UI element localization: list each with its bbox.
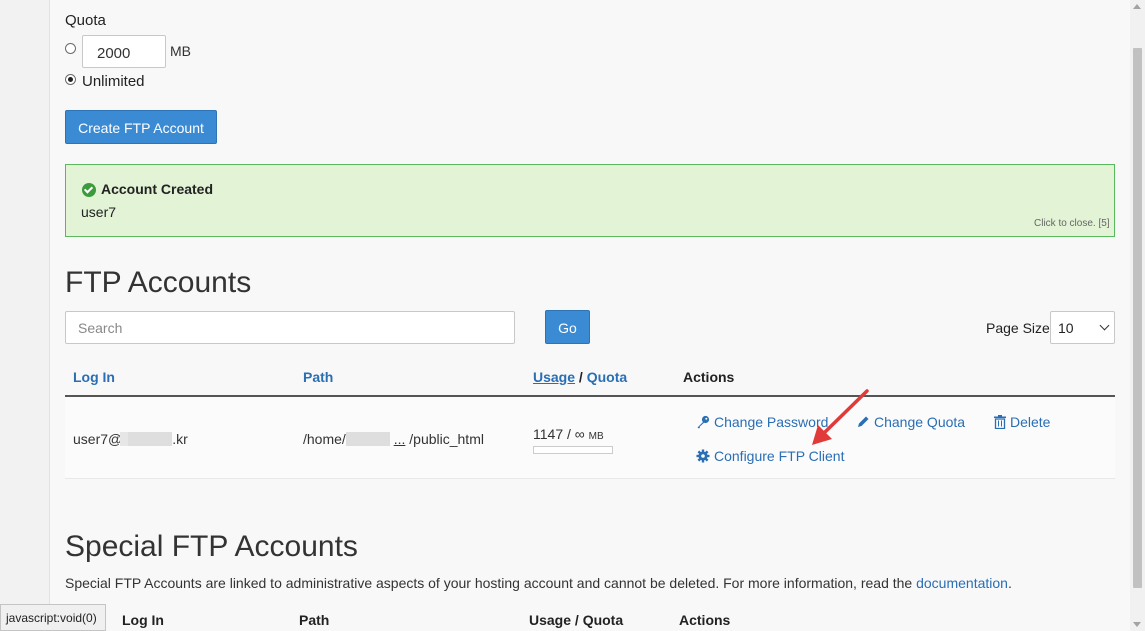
column-path[interactable]: Path [303,369,333,385]
row-path: /home/ ... /public_html [303,431,484,447]
usage-unit: MB [588,431,604,442]
documentation-link[interactable]: documentation [916,575,1008,591]
delete-link[interactable]: Delete [994,414,1050,430]
special-column-login[interactable]: Log In [122,612,164,628]
row-login: user7@ .kr [73,431,188,447]
key-icon [697,415,710,429]
annotation-arrow-icon [812,389,869,445]
vertical-scrollbar[interactable] [1130,0,1145,631]
go-button[interactable]: Go [545,310,590,344]
special-column-actions: Actions [679,612,731,628]
scroll-down-icon[interactable] [1133,622,1141,627]
redacted-block [345,432,390,446]
browser-status-bar: javascript:void(0) [0,604,106,631]
special-column-usage-quota[interactable]: Usage / Quota [529,612,623,628]
page-size-select[interactable]: 10 [1050,311,1115,344]
alert-title: Account Created [101,181,214,197]
page-size-value: 10 [1058,320,1074,336]
scrollbar-thumb[interactable] [1133,48,1142,588]
alert-body: user7 [81,204,117,220]
delete-label: Delete [1010,414,1051,430]
success-alert[interactable] [65,164,1115,237]
change-quota-label: Change Quota [874,414,966,430]
login-suffix: .kr [172,431,188,447]
redacted-block [128,432,173,446]
redacted-block [120,432,129,446]
path-suffix: /public_html [409,431,484,447]
page-size-label: Page Size [986,320,1050,336]
column-login[interactable]: Log In [73,369,115,385]
column-slash: / [578,369,583,385]
column-actions: Actions [683,369,735,385]
column-usage[interactable]: Usage [533,369,575,385]
check-circle-icon [82,183,96,197]
row-usage: 1147 / ∞ MB [533,426,604,442]
special-column-path[interactable]: Path [299,612,329,628]
path-prefix: /home/ [303,431,346,447]
search-input[interactable]: Search [65,311,515,344]
quota-limited-radio[interactable] [65,43,76,54]
special-ftp-accounts-title: Special FTP Accounts [65,530,358,563]
unlimited-label: Unlimited [82,73,145,90]
special-description-period: . [1007,575,1012,591]
scroll-up-icon[interactable] [1133,4,1141,9]
quota-unlimited-radio[interactable] [65,74,76,85]
create-ftp-account-button[interactable]: Create FTP Account [65,110,217,144]
left-rail [0,0,50,631]
chevron-down-icon [1099,320,1110,331]
usage-progress-bar [533,446,613,454]
ftp-accounts-title: FTP Accounts [65,266,252,299]
quota-label: Quota [65,12,106,29]
quota-unit: MB [170,43,191,59]
gear-icon [696,449,710,463]
special-description-text: Special FTP Accounts are linked to admin… [65,575,917,591]
login-prefix: user7@ [73,431,123,447]
special-description: Special FTP Accounts are linked to admin… [65,575,1012,591]
trash-icon [994,415,1006,430]
column-usage-quota: Usage / Quota [533,369,627,385]
alert-close-link[interactable]: Click to close. [5] [1034,218,1110,229]
usage-value: 1147 / ∞ [533,426,585,442]
path-ellipsis[interactable]: ... [394,431,406,447]
quota-input[interactable]: 2000 [82,35,166,68]
column-quota[interactable]: Quota [587,369,627,385]
